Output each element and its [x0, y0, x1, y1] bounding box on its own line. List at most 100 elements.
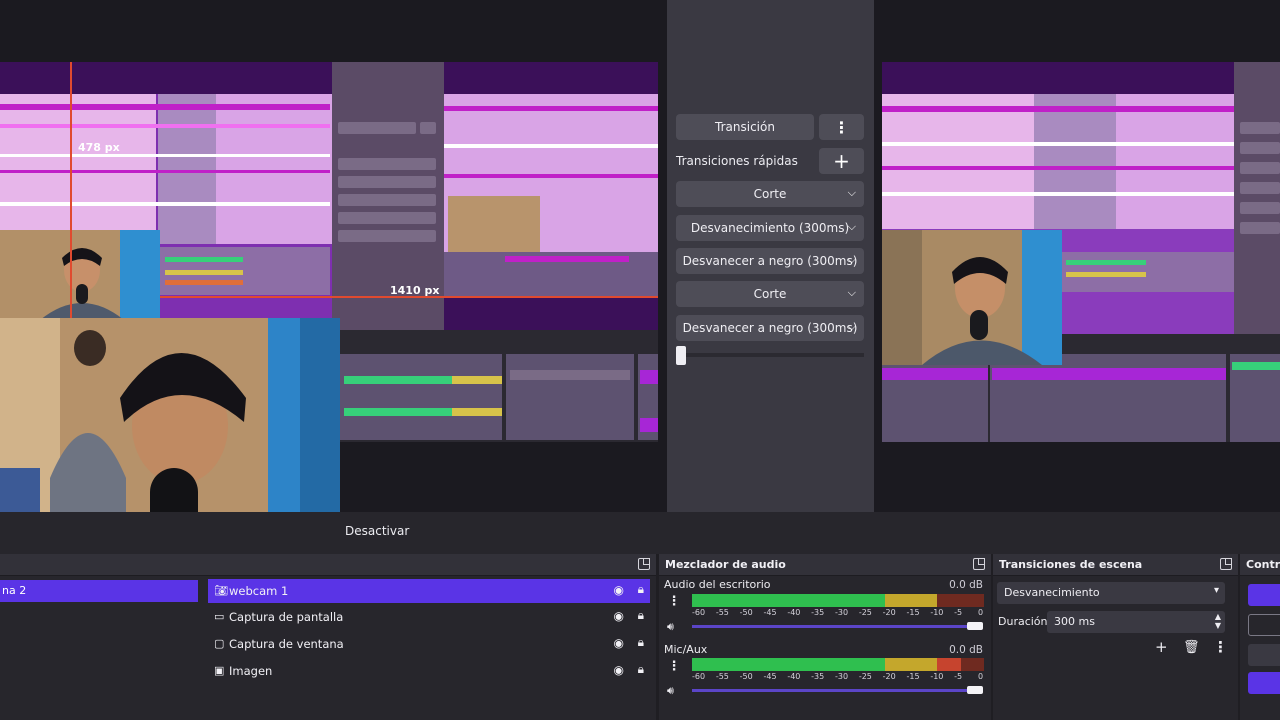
meter-tick-label: -40 — [787, 608, 801, 617]
quick-transition-select[interactable]: Corte ⌵ — [676, 281, 864, 307]
controls-studio-mode-button[interactable] — [1248, 672, 1280, 694]
lock-icon[interactable]: 🔒︎ — [638, 662, 644, 677]
duration-value: 300 ms — [1054, 615, 1095, 628]
quick-transition-select[interactable]: Desvanecer a negro (300ms) ⌵ — [676, 248, 864, 274]
guide-vertical-measure: 478 px — [78, 141, 120, 154]
transition-button[interactable]: Transición — [676, 114, 814, 140]
meter-tick-label: -55 — [715, 672, 729, 681]
meter-scale: -60 -55 -50 -45 -40 -35 -30 -25 -20 -15 -10 -5 0 — [692, 672, 984, 682]
controls-dock: Contro — [1240, 554, 1280, 720]
quick-transition-label: Desvanecer a negro (300ms) — [682, 254, 858, 268]
image-icon: ▣ — [214, 664, 225, 677]
volume-fader-track[interactable] — [692, 625, 982, 628]
scene-transitions-dock: Transiciones de escena Desvanecimiento ▾… — [993, 554, 1238, 720]
undock-icon[interactable] — [638, 558, 650, 570]
meter-tick-label: -10 — [930, 672, 944, 681]
chevron-down-icon: ⌵ — [847, 186, 856, 199]
quick-transition-label: Desvanecimiento (300ms) — [690, 221, 850, 235]
meter-scale: -60 -55 -50 -45 -40 -35 -30 -25 -20 -15 -10 -5 0 — [692, 608, 984, 618]
mixer-channel-name: Mic/Aux — [664, 643, 708, 656]
transition-panel: Transición ⋮ Transiciones rápidas + Cort… — [667, 0, 874, 512]
meter-tick-label: -35 — [811, 608, 825, 617]
eye-icon[interactable]: ◉ — [614, 609, 624, 623]
meter-tick-label: -40 — [787, 672, 801, 681]
transition-options-kebab-icon[interactable]: ⋮ — [1213, 638, 1228, 656]
preview-top-strip — [0, 0, 1280, 62]
meter-tick-label: -25 — [858, 672, 872, 681]
add-transition-plus-icon[interactable]: + — [1155, 638, 1168, 656]
controls-title: Contro — [1246, 558, 1280, 571]
meter-tick-label: -45 — [763, 608, 777, 617]
meter-tick-label: -20 — [882, 672, 896, 681]
meter-tick-label: -60 — [692, 608, 706, 617]
quick-transition-label: Corte — [753, 187, 787, 201]
webcam-preview-right — [882, 230, 1062, 365]
meter-tick-label: -20 — [882, 608, 896, 617]
eye-icon[interactable]: ◉ — [614, 583, 624, 597]
trash-icon[interactable]: 🗑︎ — [1183, 640, 1200, 655]
audio-mixer-header: Mezclador de audio — [659, 554, 991, 576]
quick-transition-select[interactable]: Desvanecimiento (300ms) ⌵ — [676, 215, 864, 241]
channel-options-kebab-icon[interactable]: ⋮ — [667, 594, 681, 609]
quick-transition-select[interactable]: Corte ⌵ — [676, 181, 864, 207]
caret-down-icon: ▾ — [1213, 585, 1219, 596]
source-item-window-capture[interactable]: ▢ Captura de ventana ◉ 🔒︎ — [208, 632, 650, 656]
meter-tick-label: -30 — [835, 608, 849, 617]
scene-item-label: na 2 — [2, 584, 27, 597]
add-quick-transition-plus-icon[interactable]: + — [819, 148, 864, 174]
duration-label: Duración — [998, 615, 1048, 628]
volume-fader-knob[interactable] — [967, 686, 983, 694]
chevron-down-icon: ⌵ — [847, 220, 856, 233]
source-item-label: Captura de ventana — [229, 637, 344, 651]
source-item-label: webcam 1 — [229, 584, 289, 598]
meter-tick-label: 0 — [978, 608, 984, 617]
chevron-down-icon: ⌵ — [847, 286, 856, 299]
quick-transition-select[interactable]: Desvanecer a negro (300ms) ⌵ — [676, 315, 864, 341]
meter-tick-label: 0 — [978, 672, 984, 681]
volume-fader-knob[interactable] — [967, 622, 983, 630]
transition-slider-track[interactable] — [676, 353, 864, 357]
chevron-down-icon: ⌵ — [847, 253, 856, 266]
source-item-webcam[interactable]: 📷︎ webcam 1 ◉ 🔒︎ — [208, 579, 650, 603]
scenes-dock: na 2 — [0, 554, 204, 720]
guide-horizontal-measure: 1410 px — [390, 284, 440, 297]
meter-tick-label: -50 — [739, 672, 753, 681]
lock-icon[interactable]: 🔒︎ — [638, 635, 644, 650]
duration-input[interactable]: 300 ms ▲ ▼ — [1047, 611, 1225, 633]
transition-options-kebab-icon[interactable]: ⋮ — [819, 114, 864, 140]
channel-options-kebab-icon[interactable]: ⋮ — [667, 659, 681, 674]
eye-icon[interactable]: ◉ — [614, 663, 624, 677]
eye-icon[interactable]: ◉ — [614, 636, 624, 650]
controls-virtual-camera-button[interactable] — [1248, 644, 1280, 666]
spinner-arrows-icon[interactable]: ▲ ▼ — [1215, 612, 1221, 630]
meter-tick-label: -50 — [739, 608, 753, 617]
volume-fader-track[interactable] — [692, 689, 982, 692]
scenes-dock-header — [0, 554, 204, 576]
controls-start-streaming-button[interactable] — [1248, 584, 1280, 606]
webcam-preview-small — [0, 230, 160, 320]
sources-dock-header — [204, 554, 656, 576]
scene-transitions-header: Transiciones de escena — [993, 554, 1238, 576]
meter-tick-label: -5 — [954, 672, 963, 681]
chevron-down-icon: ⌵ — [847, 320, 856, 333]
transition-type-select[interactable]: Desvanecimiento ▾ — [997, 582, 1225, 604]
source-item-screen-capture[interactable]: ▭ Captura de pantalla ◉ 🔒︎ — [208, 605, 650, 629]
source-item-image[interactable]: ▣ Imagen ◉ 🔒︎ — [208, 659, 650, 683]
controls-start-recording-button[interactable] — [1248, 614, 1280, 636]
controls-header: Contro — [1240, 554, 1280, 576]
undock-icon[interactable] — [1220, 558, 1232, 570]
speaker-icon[interactable]: 🔊︎ — [667, 684, 674, 698]
transition-type-value: Desvanecimiento — [1004, 586, 1100, 599]
transition-slider-handle[interactable] — [676, 346, 686, 365]
undock-icon[interactable] — [973, 558, 985, 570]
lock-icon[interactable]: 🔒︎ — [638, 608, 644, 623]
camera-icon: 📷︎ — [214, 584, 228, 597]
speaker-icon[interactable]: 🔊︎ — [667, 620, 674, 634]
mixer-channel-db: 0.0 dB — [949, 579, 983, 591]
source-item-label: Captura de pantalla — [229, 610, 344, 624]
window-icon: ▢ — [214, 637, 225, 650]
scene-item[interactable]: na 2 — [0, 580, 198, 602]
deactivate-button[interactable]: Desactivar — [345, 524, 409, 538]
lock-icon[interactable]: 🔒︎ — [638, 582, 644, 597]
quick-transition-label: Desvanecer a negro (300ms) — [682, 321, 858, 335]
